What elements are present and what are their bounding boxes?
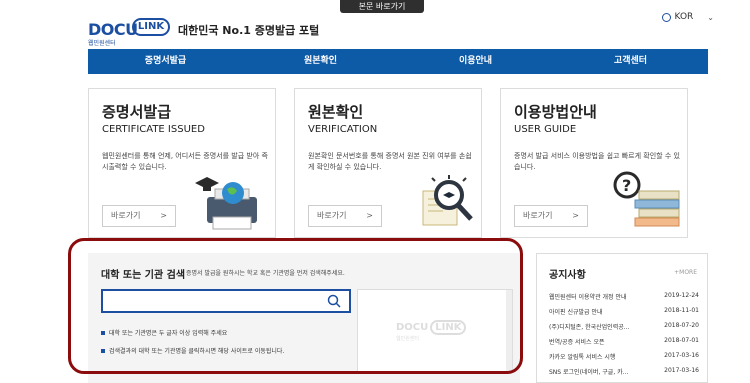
card-title: 이용방법안내 [514,103,597,121]
go-button-label: 바로가기 [317,211,347,220]
chevron-down-icon: ⌄ [707,12,714,22]
notice-item-title: 아이핀 신규발급 안내 [549,309,603,316]
notice-item[interactable]: 카카오 알림톡 서비스 시행 2017-03-16 [549,352,699,361]
globe-icon [661,12,671,22]
notice-item[interactable]: 웹민원센터 이용약관 개정 안내 2019-12-24 [549,292,699,301]
books-question-illustration: ? [613,171,680,227]
card-verification: 원본확인 VERIFICATION 원본확인 문서번호를 통해 증명서 원본 진… [294,88,482,238]
magnifier-document-illustration [422,175,473,226]
card-description: 웹민원센터를 통해 언제, 어디서든 증명서를 발급 받아 즉시출력할 수 있습… [102,152,268,171]
svg-text:?: ? [622,176,631,195]
language-label: KOR [674,12,694,22]
site-tagline: 대한민국 No.1 증명발급 포털 [178,24,320,37]
notice-item-title: 웹민원센터 이용약관 개정 안내 [549,294,627,301]
notice-item-date: 2019-12-24 [664,292,699,299]
notice-board: 공지사항 +MORE 웹민원센터 이용약관 개정 안내 2019-12-24 아이… [536,253,708,383]
notice-item[interactable]: SNS 로그인(네이버, 구글, 카... 2017-03-16 [549,367,699,376]
card-subtitle: VERIFICATION [308,124,378,135]
logo-subtitle: 웹민원센터 [88,40,116,47]
main-nav: 증명서발급 원본확인 이용안내 고객센터 [88,49,708,74]
highlight-annotation-box [68,238,523,374]
notice-item-date: 2018-07-01 [664,337,699,344]
notice-item[interactable]: (주)디지털존, 한국산업인력공... 2018-07-20 [549,322,699,331]
printer-globe-illustration [195,177,257,230]
nav-item-support[interactable]: 고객센터 [553,49,708,74]
go-button[interactable]: 바로가기 > [514,205,588,227]
nav-item-verification[interactable]: 원본확인 [243,49,398,74]
card-subtitle: USER GUIDE [514,124,577,135]
arrow-right-icon: > [160,211,167,220]
notice-item[interactable]: 번역/공증 서비스 오픈 2018-07-01 [549,337,699,346]
nav-item-guide[interactable]: 이용안내 [398,49,553,74]
notice-item-date: 2018-11-01 [664,307,699,314]
nav-item-certificate[interactable]: 증명서발급 [88,49,243,74]
card-subtitle: CERTIFICATE ISSUED [102,124,205,135]
notice-title: 공지사항 [549,270,586,281]
go-button-label: 바로가기 [111,211,141,220]
language-selector[interactable]: KOR ⌄ [661,12,714,22]
notice-item-title: 번역/공증 서비스 오픈 [549,339,605,346]
logo-link-ring: LINK [132,18,170,36]
go-button[interactable]: 바로가기 > [308,205,382,227]
notice-more-link[interactable]: +MORE [674,269,697,276]
card-user-guide: 이용방법안내 USER GUIDE 증명서 발급 서비스 이용방법을 쉽고 빠르… [500,88,688,238]
skip-to-content-link[interactable]: 본문 바로가기 [340,0,424,13]
notice-item-date: 2017-03-16 [664,367,699,374]
notice-item-title: (주)디지털존, 한국산업인력공... [549,324,630,331]
go-button-label: 바로가기 [523,211,553,220]
arrow-right-icon: > [572,211,579,220]
logo-text: DOCU [88,20,138,39]
doculink-logo[interactable]: DOCU LINK 웹민원센터 [88,18,174,47]
notice-item[interactable]: 아이핀 신규발급 안내 2018-11-01 [549,307,699,316]
notice-item-title: 카카오 알림톡 서비스 시행 [549,354,616,361]
notice-item-title: SNS 로그인(네이버, 구글, 카... [549,369,629,376]
card-title: 원본확인 [308,103,364,121]
arrow-right-icon: > [366,211,373,220]
notice-item-date: 2017-03-16 [664,352,699,359]
card-title: 증명서발급 [102,103,172,121]
go-button[interactable]: 바로가기 > [102,205,176,227]
notice-item-date: 2018-07-20 [664,322,699,329]
card-certificate: 증명서발급 CERTIFICATE ISSUED 웹민원센터를 통해 언제, 어… [88,88,276,238]
